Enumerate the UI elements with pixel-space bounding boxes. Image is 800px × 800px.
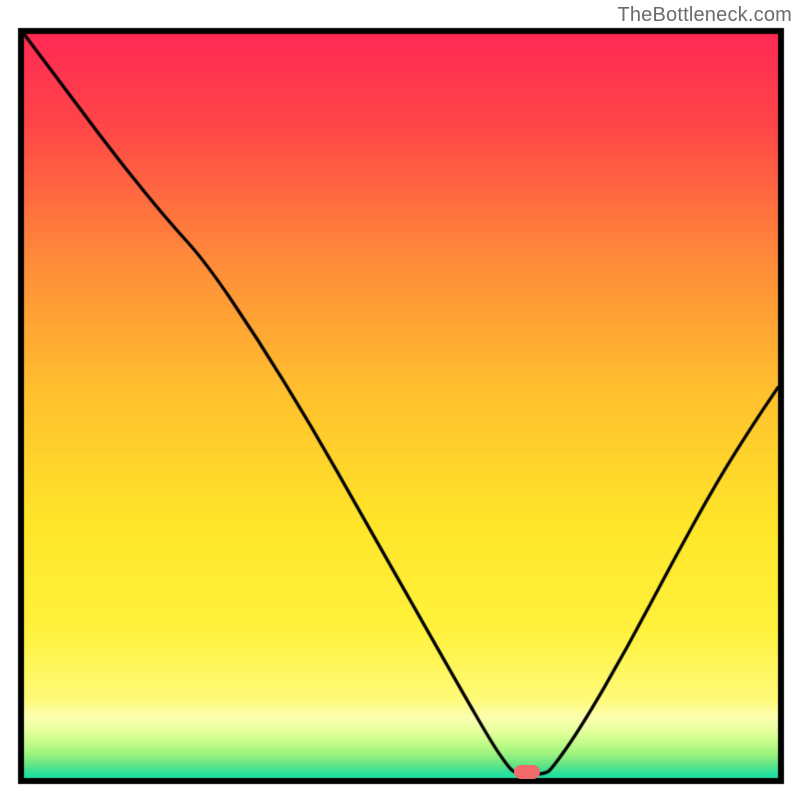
chart-container: TheBottleneck.com	[0, 0, 800, 800]
watermark-text: TheBottleneck.com	[617, 4, 792, 27]
bottleneck-curve-line	[0, 0, 800, 800]
optimal-point-marker	[514, 765, 540, 779]
